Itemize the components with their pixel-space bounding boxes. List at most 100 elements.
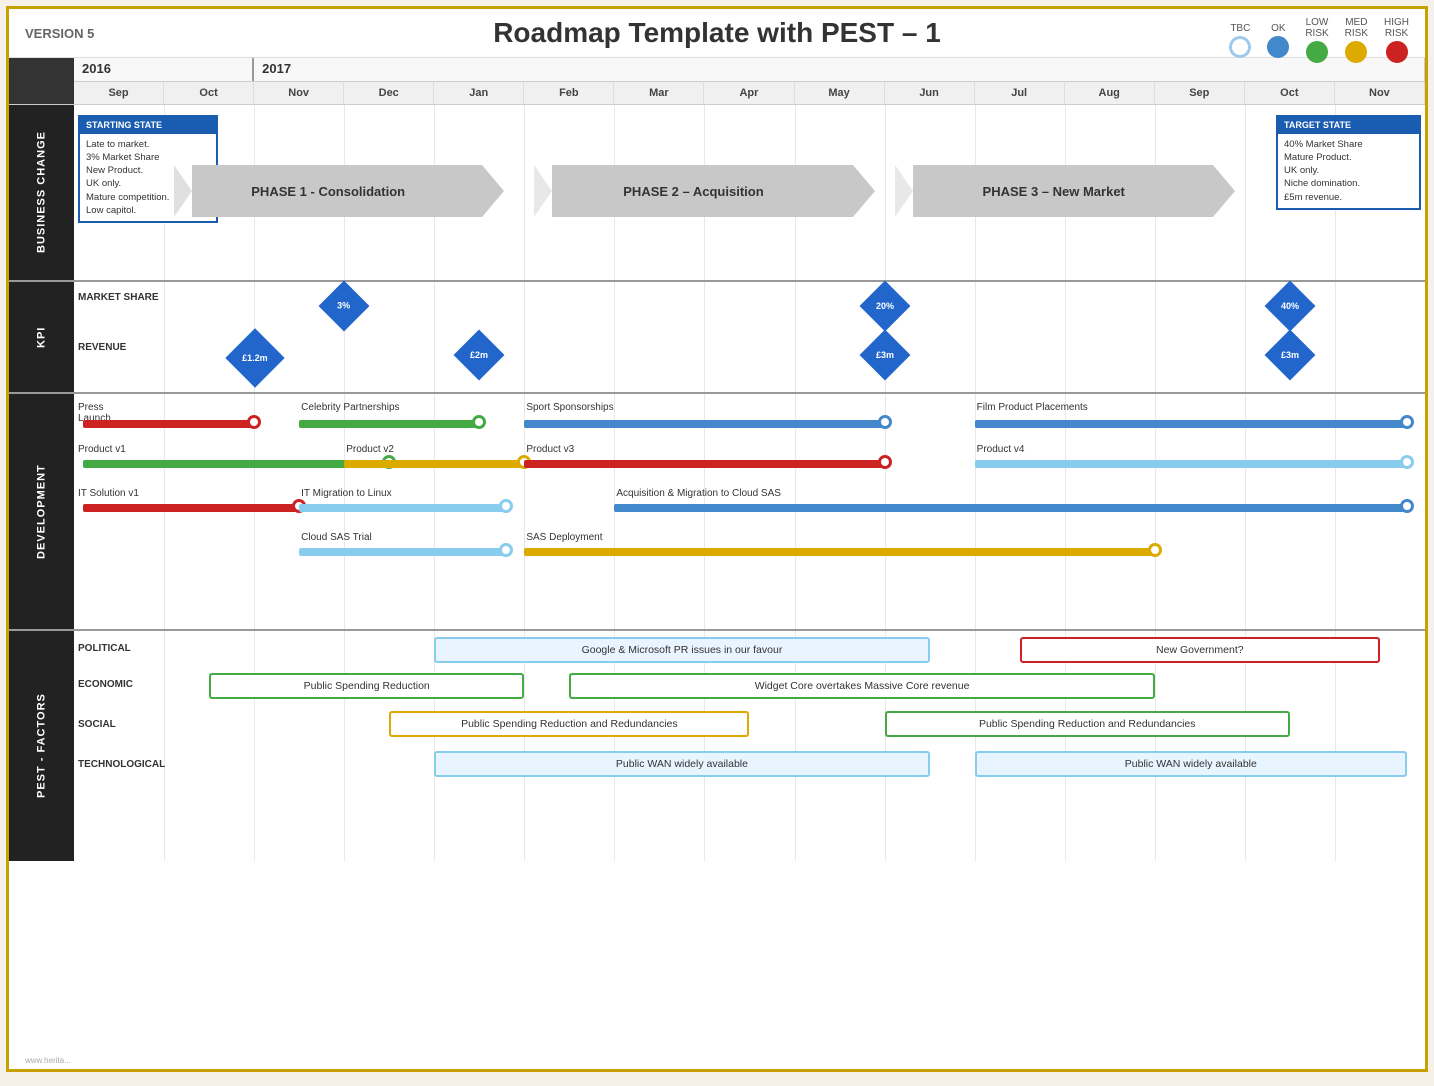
business-change-content: STARTING STATE Late to market. 3% Market… [74, 105, 1425, 280]
sas-deployment-bar [524, 548, 1154, 556]
timeline-grid: 2016 2017 Sep Oct Nov Dec Jan Feb Mar Ap… [74, 58, 1425, 104]
legend-med-label: MEDRISK [1345, 17, 1368, 39]
month-sep2: Sep [1155, 82, 1245, 104]
month-jan: Jan [434, 82, 524, 104]
pgl4 [434, 631, 435, 861]
kgl14 [1335, 282, 1336, 392]
google-ms-pr-box: Google & Microsoft PR issues in our favo… [434, 637, 929, 663]
diamond-3pct-label: 3% [338, 301, 351, 311]
footer: www.herita... [25, 1056, 71, 1065]
product-v1-label: Product v1 [78, 444, 126, 455]
technological-label: TECHNOLOGICAL [78, 759, 165, 770]
development-section: DEVELOPMENT PressLaunch [9, 394, 1425, 631]
diamond-40pct: 40% [1264, 281, 1315, 332]
film-label: Film Product Placements [977, 402, 1088, 413]
phase3-notch [895, 165, 913, 217]
phase2-label: PHASE 2 – Acquisition [623, 184, 763, 199]
pgl2 [254, 631, 255, 861]
diamond-3m1: £3m [859, 330, 910, 381]
phase1-arrow: PHASE 1 - Consolidation [174, 165, 504, 217]
it-migration-label: IT Migration to Linux [301, 488, 391, 499]
celebrity-circle [472, 415, 486, 429]
business-change-label: BUSINESS CHANGE [9, 105, 74, 280]
target-state-line5: £5m revenue. [1284, 191, 1413, 204]
month-mar: Mar [614, 82, 704, 104]
months-row: Sep Oct Nov Dec Jan Feb Mar Apr May Jun … [74, 82, 1425, 104]
target-state-line2: Mature Product. [1284, 151, 1413, 164]
target-state-box: TARGET STATE 40% Market Share Mature Pro… [1276, 115, 1421, 210]
main-title: Roadmap Template with PEST – 1 [25, 17, 1409, 49]
month-jul: Jul [975, 82, 1065, 104]
gl9 [885, 105, 886, 280]
month-dec: Dec [344, 82, 434, 104]
cloud-migration-bar [614, 504, 1407, 512]
kgl6 [614, 282, 615, 392]
gl5 [524, 105, 525, 280]
social-label: SOCIAL [78, 719, 116, 730]
legend-high-label: HIGHRISK [1384, 17, 1409, 39]
pgl5 [524, 631, 525, 861]
kgl8 [795, 282, 796, 392]
public-wan-box2: Public WAN widely available [975, 751, 1407, 777]
press-launch-bar [83, 420, 254, 428]
product-v3-bar [524, 460, 884, 468]
it-v1-label: IT Solution v1 [78, 488, 139, 499]
month-sep1: Sep [74, 82, 164, 104]
main-container: VERSION 5 Roadmap Template with PEST – 1… [6, 6, 1428, 1072]
legend-tbc: TBC [1229, 23, 1251, 58]
sas-deployment-circle [1148, 543, 1162, 557]
pgl13 [1245, 631, 1246, 861]
product-v4-circle [1400, 455, 1414, 469]
phase3-arrow: PHASE 3 – New Market [895, 165, 1235, 217]
celebrity-label: Celebrity Partnerships [301, 402, 399, 413]
target-state-line4: Niche domination. [1284, 177, 1413, 190]
month-aug: Aug [1065, 82, 1155, 104]
phase2-notch [534, 165, 552, 217]
kgl11 [1065, 282, 1066, 392]
header: VERSION 5 Roadmap Template with PEST – 1… [9, 9, 1425, 58]
pest-label: PEST - FACTORS [9, 631, 74, 861]
version-label: VERSION 5 [25, 26, 94, 41]
year-2016: 2016 [74, 58, 254, 81]
grid-lines-kpi [74, 282, 1425, 392]
diamond-20pct: 20% [859, 281, 910, 332]
development-label: DEVELOPMENT [9, 394, 74, 629]
cloud-trial-label: Cloud SAS Trial [301, 532, 372, 543]
pest-content: POLITICAL Google & Microsoft PR issues i… [74, 631, 1425, 861]
month-apr: Apr [704, 82, 794, 104]
political-label: POLITICAL [78, 643, 131, 654]
phase1-notch [174, 165, 192, 217]
pest-section: PEST - FACTORS POLITICAL [9, 631, 1425, 861]
month-nov2: Nov [1335, 82, 1425, 104]
google-ms-pr-text: Google & Microsoft PR issues in our favo… [582, 644, 783, 656]
it-migration-bar [299, 504, 506, 512]
film-bar [975, 420, 1407, 428]
kgl13 [1245, 282, 1246, 392]
diamond-1.2m-label: £1.2m [242, 353, 268, 363]
pgl1 [164, 631, 165, 861]
product-v2-bar [344, 460, 524, 468]
starting-state-line1: Late to market. [86, 138, 210, 151]
legend-low: LOWRISK [1305, 17, 1328, 63]
cloud-migration-circle [1400, 499, 1414, 513]
target-state-header: TARGET STATE [1278, 117, 1419, 134]
product-v4-bar [975, 460, 1407, 468]
social-redundancies-text1: Public Spending Reduction and Redundanci… [461, 718, 678, 730]
month-may: May [795, 82, 885, 104]
timeline-label-col [9, 58, 74, 104]
spending-reduction-box: Public Spending Reduction [209, 673, 524, 699]
legend-ok-label: OK [1271, 23, 1285, 34]
starting-state-header: STARTING STATE [80, 117, 216, 134]
kgl1 [164, 282, 165, 392]
kgl10 [975, 282, 976, 392]
year-row: 2016 2017 [74, 58, 1425, 82]
pgl8 [795, 631, 796, 861]
diamond-3m2-label: £3m [1281, 350, 1299, 360]
phase2-arrow: PHASE 2 – Acquisition [534, 165, 874, 217]
gl13 [1245, 105, 1246, 280]
pgl9 [885, 631, 886, 861]
diamond-3m2: £3m [1264, 330, 1315, 381]
product-v2-label: Product v2 [346, 444, 394, 455]
revenue-label: REVENUE [78, 342, 126, 353]
legend: TBC OK LOWRISK MEDRISK HIGHRISK [1229, 17, 1409, 63]
